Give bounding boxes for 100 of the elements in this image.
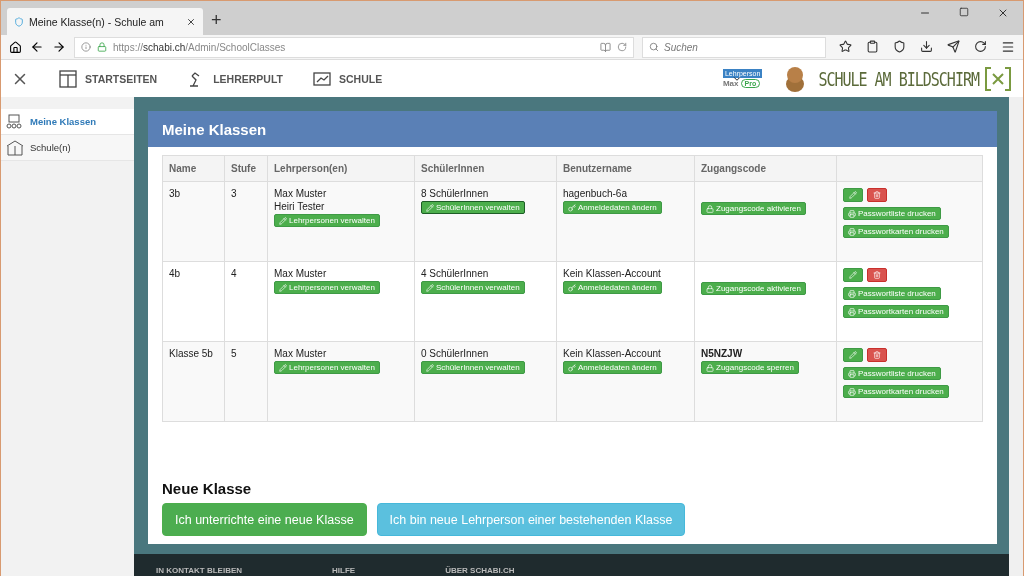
- pencil-icon: [279, 216, 287, 225]
- logo-text: SCHULE AM BILDSCHIRM: [818, 66, 979, 91]
- access-code-button[interactable]: Zugangscode sperren: [701, 361, 799, 374]
- access-code: N5NZJW: [701, 348, 743, 359]
- print-button[interactable]: Passwortliste drucken: [843, 287, 941, 300]
- table-cell: 4: [231, 268, 237, 279]
- new-class-button[interactable]: Ich unterrichte eine neue Klasse: [162, 503, 367, 536]
- clipboard-icon[interactable]: [866, 40, 879, 53]
- table-cell: Heiri Tester: [274, 201, 325, 212]
- manage-students-button[interactable]: SchülerInnen verwalten: [421, 201, 525, 214]
- pencil-icon: [849, 351, 857, 359]
- trash-icon: [873, 351, 881, 359]
- close-icon[interactable]: [997, 7, 1009, 19]
- trash-icon: [873, 271, 881, 279]
- pencil-icon: [426, 363, 434, 372]
- column-header: Lehrperson(en): [268, 156, 415, 182]
- access-code-button[interactable]: Zugangscode aktivieren: [701, 282, 806, 295]
- lock-icon: [706, 284, 714, 293]
- printer-icon: [848, 209, 856, 218]
- chart-icon: [312, 69, 331, 88]
- search-icon: [649, 42, 659, 52]
- table-cell: 0 SchülerInnen: [421, 348, 489, 359]
- sidebar-item[interactable]: Schule(n): [1, 135, 134, 161]
- panel-title: Meine Klassen: [148, 111, 997, 147]
- reader-icon[interactable]: [600, 41, 611, 53]
- table-cell: hagenbuch-6a: [563, 188, 627, 199]
- edit-login-button[interactable]: Anmeldedaten ändern: [563, 361, 662, 374]
- bracket-x-icon: [983, 65, 1013, 92]
- nav-link[interactable]: LEHRERPULT: [187, 69, 283, 88]
- key-icon: [568, 283, 576, 292]
- column-header: SchülerInnen: [415, 156, 557, 182]
- print-button[interactable]: Passwortkarten drucken: [843, 305, 949, 318]
- lock-icon: [706, 204, 714, 213]
- home-icon[interactable]: [9, 40, 22, 54]
- pencil-icon: [279, 283, 287, 292]
- column-header: Name: [163, 156, 225, 182]
- print-button[interactable]: Passwortkarten drucken: [843, 225, 949, 238]
- column-header: Zugangscode: [695, 156, 837, 182]
- download-icon[interactable]: [920, 40, 933, 53]
- maximize-icon[interactable]: [959, 7, 969, 17]
- nav-link[interactable]: STARTSEITEN: [59, 69, 158, 88]
- table-cell: Kein Klassen-Account: [563, 348, 661, 359]
- back-icon[interactable]: [30, 40, 44, 54]
- table-cell: Klasse 5b: [169, 348, 213, 359]
- search-field[interactable]: Suchen: [642, 36, 826, 58]
- printer-icon: [848, 387, 856, 396]
- layout-icon: [59, 69, 77, 88]
- scrollbar[interactable]: [1009, 97, 1023, 576]
- close-icon[interactable]: [186, 16, 196, 27]
- table-cell: 3b: [169, 188, 181, 199]
- manage-teachers-button[interactable]: Lehrpersonen verwalten: [274, 214, 380, 227]
- star-icon[interactable]: [839, 40, 852, 53]
- footer-heading: ÜBER SCHABI.CH: [445, 566, 515, 575]
- nav-link[interactable]: SCHULE: [312, 69, 383, 88]
- printer-icon: [848, 369, 856, 378]
- table-cell: 3: [231, 188, 237, 199]
- pencil-icon: [426, 203, 434, 212]
- pencil-icon: [849, 271, 857, 279]
- menu-icon[interactable]: [1001, 40, 1015, 54]
- printer-icon: [848, 307, 856, 316]
- table-cell: Max Muster: [274, 348, 327, 359]
- manage-teachers-button[interactable]: Lehrpersonen verwalten: [274, 361, 380, 374]
- table-cell: 4b: [169, 268, 181, 279]
- table-cell: 5: [231, 348, 237, 359]
- table-cell: Max Muster: [274, 268, 327, 279]
- pencil-icon: [426, 283, 434, 292]
- table-cell: Kein Klassen-Account: [563, 268, 661, 279]
- table-cell: 4 SchülerInnen: [421, 268, 489, 279]
- manage-teachers-button[interactable]: Lehrpersonen verwalten: [274, 281, 380, 294]
- print-button[interactable]: Passwortliste drucken: [843, 207, 941, 220]
- favicon-icon: [14, 16, 24, 27]
- new-class-button[interactable]: Ich bin neue Lehrperson einer bestehenden Klasse: [376, 503, 686, 536]
- sidebar-item[interactable]: Meine Klassen: [1, 109, 134, 135]
- section-title: Neue Klasse: [162, 480, 253, 497]
- info-icon: [81, 42, 91, 52]
- print-button[interactable]: Passwortkarten drucken: [843, 385, 949, 398]
- pencil-icon: [279, 363, 287, 372]
- browser-tab[interactable]: Meine Klasse(n) - Schule am: [7, 8, 203, 35]
- print-button[interactable]: Passwortliste drucken: [843, 367, 941, 380]
- delete-button[interactable]: [867, 348, 887, 362]
- manage-students-button[interactable]: SchülerInnen verwalten: [421, 361, 525, 374]
- table-cell: Max Muster: [274, 188, 327, 199]
- manage-students-button[interactable]: SchülerInnen verwalten: [421, 281, 525, 294]
- key-icon: [568, 203, 576, 212]
- column-header: Benutzername: [557, 156, 695, 182]
- footer-heading: IN KONTAKT BLEIBEN: [156, 566, 243, 575]
- key-icon: [568, 363, 576, 372]
- address-field[interactable]: https://schabi.ch/Admin/SchoolClasses: [74, 36, 634, 58]
- send-icon[interactable]: [947, 40, 960, 53]
- delete-button[interactable]: [867, 268, 887, 282]
- lock-icon: [706, 363, 714, 372]
- new-tab-button[interactable]: +: [211, 10, 222, 31]
- book-icon: [6, 139, 24, 156]
- delete-button[interactable]: [867, 188, 887, 202]
- access-code-button[interactable]: Zugangscode aktivieren: [701, 202, 806, 215]
- table-cell: 8 SchülerInnen: [421, 188, 489, 199]
- edit-login-button[interactable]: Anmeldedaten ändern: [563, 281, 662, 294]
- printer-icon: [848, 227, 856, 236]
- edit-login-button[interactable]: Anmeldedaten ändern: [563, 201, 662, 214]
- forward-icon[interactable]: [52, 40, 66, 54]
